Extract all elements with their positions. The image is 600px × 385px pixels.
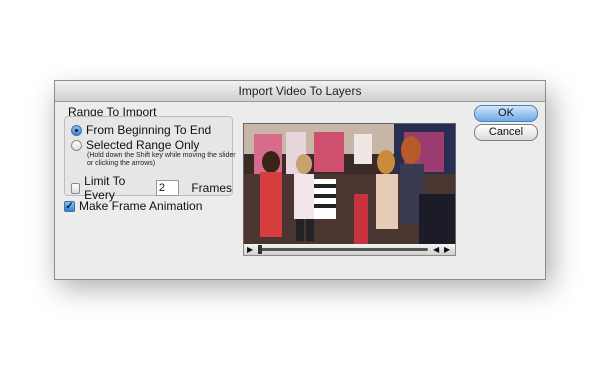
video-slider-track[interactable] xyxy=(258,248,428,251)
video-slider-handle[interactable] xyxy=(258,245,262,254)
option-from-beginning[interactable]: From Beginning To End xyxy=(71,123,211,137)
radio-from-beginning[interactable] xyxy=(71,124,82,136)
step-back-icon[interactable]: ◀ xyxy=(433,244,439,255)
cancel-button[interactable]: Cancel xyxy=(474,124,538,141)
video-frame-image xyxy=(244,124,455,245)
make-frame-animation-row[interactable]: ✓ Make Frame Animation xyxy=(64,199,202,213)
video-controls: ▶ ◀ ▶ xyxy=(243,244,456,256)
play-icon[interactable]: ▶ xyxy=(247,244,253,255)
limit-frames-input[interactable]: 2 xyxy=(155,180,180,196)
range-group: From Beginning To End Selected Range Onl… xyxy=(64,116,236,202)
video-preview xyxy=(243,123,456,246)
limit-row: Limit To Every 2 Frames xyxy=(71,174,232,202)
step-forward-icon[interactable]: ▶ xyxy=(444,244,450,255)
dialog-title: Import Video To Layers xyxy=(55,81,545,102)
frames-label: Frames xyxy=(191,181,233,195)
make-frame-animation-checkbox[interactable]: ✓ xyxy=(64,200,75,212)
limit-checkbox[interactable] xyxy=(71,182,81,194)
option-selected-range-label: Selected Range Only xyxy=(86,138,200,152)
limit-label: Limit To Every xyxy=(84,174,126,202)
option-from-beginning-label: From Beginning To End xyxy=(86,123,212,137)
make-frame-animation-label: Make Frame Animation xyxy=(79,199,203,213)
ok-button[interactable]: OK xyxy=(474,105,538,122)
selected-range-hint: (Hold down the Shift key while moving th… xyxy=(87,152,236,167)
option-selected-range[interactable]: Selected Range Only xyxy=(71,138,199,152)
radio-selected-range[interactable] xyxy=(71,139,82,151)
import-video-dialog: Import Video To Layers Range To Import F… xyxy=(54,80,546,280)
